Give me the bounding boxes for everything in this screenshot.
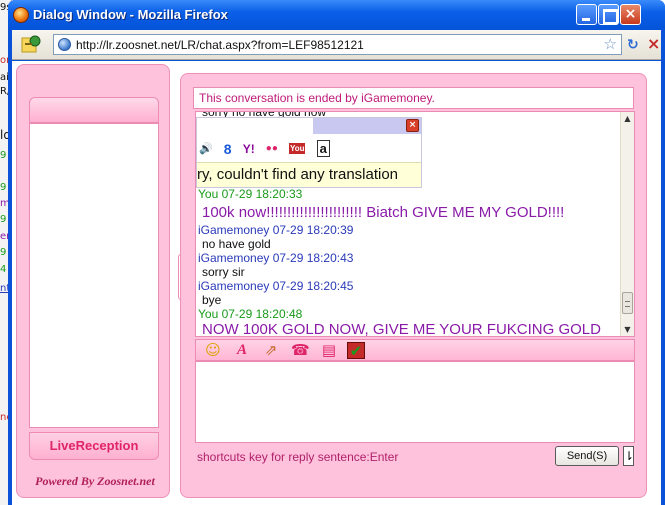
globe-icon [58, 38, 71, 51]
url-input[interactable]: http://lr.zoosnet.net/LR/chat.aspx?from=… [53, 34, 622, 55]
message-text: bye [202, 293, 222, 307]
emoticon-icon[interactable]: ☺ [204, 342, 222, 359]
message-text: NOW 100K GOLD NOW, GIVE ME YOUR FUKCING … [202, 321, 601, 337]
message-text: 100k now!!!!!!!!!!!!!!!!!!!!!!! Biatch G… [202, 204, 565, 221]
maximize-button[interactable] [598, 4, 619, 25]
stop-icon[interactable]: × [647, 36, 660, 52]
screenshot-icon[interactable]: ⇗ [262, 342, 280, 359]
powered-by-link[interactable]: Powered By Zoosnet.net [25, 474, 165, 489]
bookmark-star-icon[interactable]: ☆ [604, 35, 617, 54]
title-bar[interactable]: Dialog Window - Mozilla Firefox × [8, 0, 665, 30]
firefox-window: Dialog Window - Mozilla Firefox × http:/… [8, 0, 665, 505]
youtube-icon[interactable]: You [288, 143, 306, 154]
translation-services: 🔊 8 Y! ●● You a [199, 138, 336, 157]
close-icon: × [624, 6, 637, 22]
close-window-button[interactable]: × [620, 4, 641, 25]
scroll-down-icon[interactable]: ▼ [621, 325, 634, 334]
live-reception-label[interactable]: LiveReception [29, 432, 159, 460]
message-text: sorry sir [202, 265, 245, 279]
scroll-up-icon[interactable]: ▲ [621, 114, 634, 123]
chat-panel: This conversation is ended by iGamemoney… [180, 73, 647, 498]
message-meta: You 07-29 18:20:48 [198, 307, 303, 321]
message-text: no have gold [202, 237, 271, 251]
message-meta: iGamemoney 07-29 18:20:43 [198, 251, 354, 265]
check-icon[interactable]: ✔ [347, 342, 365, 360]
shortcut-hint: shortcuts key for reply sentence:Enter [197, 450, 399, 464]
reload-icon[interactable]: ↻ [627, 38, 639, 52]
popup-header: × [197, 118, 421, 134]
font-icon[interactable]: A [233, 342, 251, 359]
page-favicon-icon [21, 35, 41, 53]
firefox-icon [13, 7, 29, 23]
minimize-button[interactable] [576, 4, 597, 25]
conversation-ended-notice: This conversation is ended by iGamemoney… [193, 87, 634, 109]
left-panel: LiveReception Powered By Zoosnet.net [16, 64, 170, 498]
page-content: LiveReception Powered By Zoosnet.net ◂ T… [12, 61, 661, 505]
send-button[interactable]: Send(S) [555, 446, 619, 466]
send-options-icon[interactable]: ⇂ [623, 446, 634, 466]
window-title: Dialog Window - Mozilla Firefox [33, 7, 228, 22]
chat-toolbar: ☺ A ⇗ ☎ ▤ ✔ [195, 339, 635, 361]
amazon-icon[interactable]: a [316, 140, 330, 157]
scroll-thumb[interactable] [622, 292, 633, 314]
translation-message: ry, couldn't find any translation [197, 162, 421, 187]
message-meta: iGamemoney 07-29 18:20:39 [198, 223, 354, 237]
url-text: http://lr.zoosnet.net/LR/chat.aspx?from=… [76, 38, 364, 52]
popup-close-button[interactable]: × [406, 119, 419, 132]
chat-scrollbar[interactable]: ▲ ▼ [620, 112, 634, 336]
yahoo-icon[interactable]: Y! [243, 142, 255, 156]
flickr-icon[interactable]: ●● [266, 143, 278, 154]
phone-icon[interactable]: ☎ [291, 342, 310, 359]
screen: 9s on ai R/ ld 9 9 m 9 en 9 4 nt ne Dial… [0, 0, 665, 505]
message-input[interactable] [195, 361, 635, 443]
speaker-icon[interactable]: 🔊 [199, 142, 213, 155]
message-meta: You 07-29 18:20:33 [198, 187, 303, 201]
clipboard-icon[interactable]: ▤ [320, 342, 338, 359]
chat-history[interactable]: sorry no have gold now You 07-29 18:20:3… [195, 111, 635, 337]
google-icon[interactable]: 8 [224, 141, 232, 157]
visitor-info-box [29, 123, 159, 428]
left-panel-header [29, 97, 159, 123]
message-meta: iGamemoney 07-29 18:20:45 [198, 279, 354, 293]
translation-popup: × 🔊 8 Y! ●● You a ry, couldn't find any … [196, 117, 422, 188]
address-bar: http://lr.zoosnet.net/LR/chat.aspx?from=… [12, 30, 661, 60]
